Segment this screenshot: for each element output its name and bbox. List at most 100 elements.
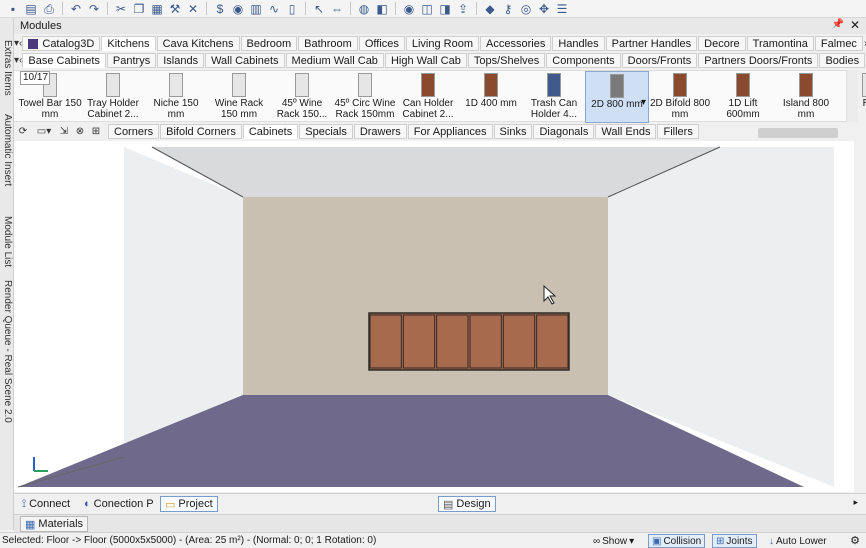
tab-sub-wall-ends[interactable]: Wall Ends xyxy=(595,124,657,139)
tab-sub-fillers[interactable]: Fillers xyxy=(657,124,699,139)
export-icon[interactable]: ⇪ xyxy=(456,2,470,16)
binoculars-icon[interactable]: ⊗ xyxy=(72,124,88,139)
pin-icon[interactable]: 📌 xyxy=(832,19,844,30)
layout-icon[interactable]: ▥ xyxy=(249,2,263,16)
tab-sub-diagonals[interactable]: Diagonals xyxy=(533,124,595,139)
add-icon[interactable]: ⇲ xyxy=(56,124,72,139)
dropdown-icon[interactable]: ▭▾ xyxy=(32,124,56,139)
tab-category-handles[interactable]: Handles xyxy=(552,36,605,51)
tab-group-doors-fronts[interactable]: Doors/Fronts xyxy=(621,53,698,68)
tab-category-tramontina[interactable]: Tramontina xyxy=(746,36,814,51)
copy-icon[interactable]: ❐ xyxy=(132,2,146,16)
module-item[interactable]: Tray Holder Cabinet 2... xyxy=(81,71,145,123)
module-item[interactable]: 45º Circ Wine Rack 150mm xyxy=(333,71,397,123)
wall-cabinet[interactable] xyxy=(368,312,570,371)
curve-icon[interactable]: ∿ xyxy=(267,2,281,16)
joints-toggle[interactable]: ⊞ Joints xyxy=(712,534,757,548)
tab-sub-bifold-corners[interactable]: Bifold Corners xyxy=(160,124,242,139)
tab-sub-specials[interactable]: Specials xyxy=(299,124,353,139)
move-icon[interactable]: ✥ xyxy=(537,2,551,16)
eye-icon[interactable]: ◉ xyxy=(402,2,416,16)
save-icon[interactable]: ▪ xyxy=(6,2,20,16)
module-item[interactable]: 45º Wine Rack 150... xyxy=(270,71,334,123)
render-3d-icon[interactable]: ◧ xyxy=(375,2,389,16)
catalog-selector[interactable]: Catalog3D xyxy=(22,36,101,51)
tab-sub-corners[interactable]: Corners xyxy=(108,124,160,139)
tab-group-base-cabinets[interactable]: Base Cabinets xyxy=(22,53,106,68)
globe-icon[interactable]: ◍ xyxy=(357,2,371,16)
tab-group-high-wall-cab[interactable]: High Wall Cab xyxy=(384,53,467,68)
tab-category-cava-kitchens[interactable]: Cava Kitchens xyxy=(156,36,240,51)
module-item[interactable]: 2D Bifold 800 mm xyxy=(648,71,712,123)
module-item[interactable]: Island 800 mm xyxy=(774,71,838,123)
side-tab-module-list[interactable]: Module List xyxy=(1,216,13,267)
tab-sub-sinks[interactable]: Sinks xyxy=(493,124,533,139)
show-button[interactable]: ∞ Show ▾ xyxy=(590,534,637,548)
palette-icon[interactable]: ◉ xyxy=(231,2,245,16)
redo-icon[interactable]: ↷ xyxy=(87,2,101,16)
cut-icon[interactable]: ✂ xyxy=(114,2,128,16)
open-icon[interactable]: ▤ xyxy=(24,2,38,16)
undo-icon[interactable]: ↶ xyxy=(69,2,83,16)
tab-category-bathroom[interactable]: Bathroom xyxy=(298,36,358,51)
measure-icon[interactable]: ⇔ xyxy=(330,2,344,16)
tab-group-wall-cabinets[interactable]: Wall Cabinets xyxy=(205,53,285,68)
horizontal-scrollbar[interactable] xyxy=(758,128,838,138)
tab-category-kitchens[interactable]: Kitchens xyxy=(101,36,156,51)
tab-materials[interactable]: ▦ Materials xyxy=(20,516,89,532)
module-item[interactable]: 2D 800 mm ▾ xyxy=(585,71,649,123)
tab-category-decore[interactable]: Decore xyxy=(698,36,746,51)
delete-icon[interactable]: ✕ xyxy=(186,2,200,16)
tab-category-living-room[interactable]: Living Room xyxy=(405,36,480,51)
settings-icon[interactable]: ⚙ xyxy=(850,534,860,547)
tab-group-components[interactable]: Components xyxy=(546,53,621,68)
tab-category-partner-handles[interactable]: Partner Handles xyxy=(605,36,698,51)
key-icon[interactable]: ⚷ xyxy=(501,2,515,16)
cube-icon[interactable]: ◆ xyxy=(483,2,497,16)
tab-sub-drawers[interactable]: Drawers xyxy=(353,124,407,139)
module-item[interactable]: Wine Rack 150 mm xyxy=(207,71,271,123)
tab-conection-p[interactable]: ◐ Conection P xyxy=(80,496,158,512)
side-tab-extras-items[interactable]: Extras Items xyxy=(1,40,13,96)
tab-sub-for-appliances[interactable]: For Appliances xyxy=(407,124,493,139)
module-item[interactable]: Can Holder Cabinet 2... xyxy=(396,71,460,123)
close-icon[interactable]: ✕ xyxy=(850,18,860,32)
tab-category-offices[interactable]: Offices xyxy=(358,36,405,51)
collision-toggle[interactable]: ▣ Collision xyxy=(648,534,706,548)
tab-connect[interactable]: ⟟ Connect xyxy=(18,496,74,512)
paste-icon[interactable]: ▦ xyxy=(150,2,164,16)
chevron-down-icon[interactable]: ▾ xyxy=(641,97,646,108)
module-item[interactable]: Trash Can Holder 4... xyxy=(522,71,586,123)
side-tab-render-queue[interactable]: Render Queue - Real Scene 2.0 xyxy=(1,280,13,423)
item-strip-scrollbar[interactable] xyxy=(846,70,858,122)
camera-icon[interactable]: ◫ xyxy=(420,2,434,16)
module-item[interactable]: 1D Lift 600mm xyxy=(711,71,775,123)
design-viewport-3d[interactable] xyxy=(14,141,854,492)
tab-group-partners-doors-fronts[interactable]: Partners Doors/Fronts xyxy=(698,53,819,68)
snap-icon[interactable]: ◎ xyxy=(519,2,533,16)
module-item[interactable]: Niche 150 mm xyxy=(144,71,208,123)
rotate-icon[interactable]: ⟳ xyxy=(14,124,32,139)
layers-icon[interactable]: ☰ xyxy=(555,2,569,16)
tab-group-medium-wall-cab[interactable]: Medium Wall Cab xyxy=(285,53,384,68)
tab-category-bedroom[interactable]: Bedroom xyxy=(240,36,298,51)
tab-design[interactable]: ▤ Design xyxy=(438,496,496,512)
currency-icon[interactable]: $ xyxy=(213,2,227,16)
tab-group-pantrys[interactable]: Pantrys xyxy=(106,53,157,68)
view-icon[interactable]: ◨ xyxy=(438,2,452,16)
pointer-icon[interactable]: ↖ xyxy=(312,2,326,16)
hammer-icon[interactable]: ⚒ xyxy=(168,2,182,16)
tab-project[interactable]: ▭ Project xyxy=(160,496,218,512)
tab-group-islands[interactable]: Islands xyxy=(157,53,205,68)
filter-icon[interactable]: ⊞ xyxy=(88,124,104,139)
auto-lower-toggle[interactable]: ↓ Auto Lower xyxy=(766,534,830,548)
module-item[interactable]: 1D 400 mm xyxy=(459,71,523,123)
side-tab-automatic-insert[interactable]: Automatic Insert xyxy=(1,114,13,186)
tab-group-bodies[interactable]: Bodies xyxy=(819,53,866,68)
print-icon[interactable]: ⎙ xyxy=(42,2,56,16)
tab-category-accessories[interactable]: Accessories xyxy=(480,36,552,51)
panel-scroll-right-icon[interactable]: ▸ xyxy=(853,497,858,508)
door-icon[interactable]: ▯ xyxy=(285,2,299,16)
tab-sub-cabinets[interactable]: Cabinets xyxy=(242,124,299,139)
tab-group-tops-shelves[interactable]: Tops/Shelves xyxy=(467,53,546,68)
